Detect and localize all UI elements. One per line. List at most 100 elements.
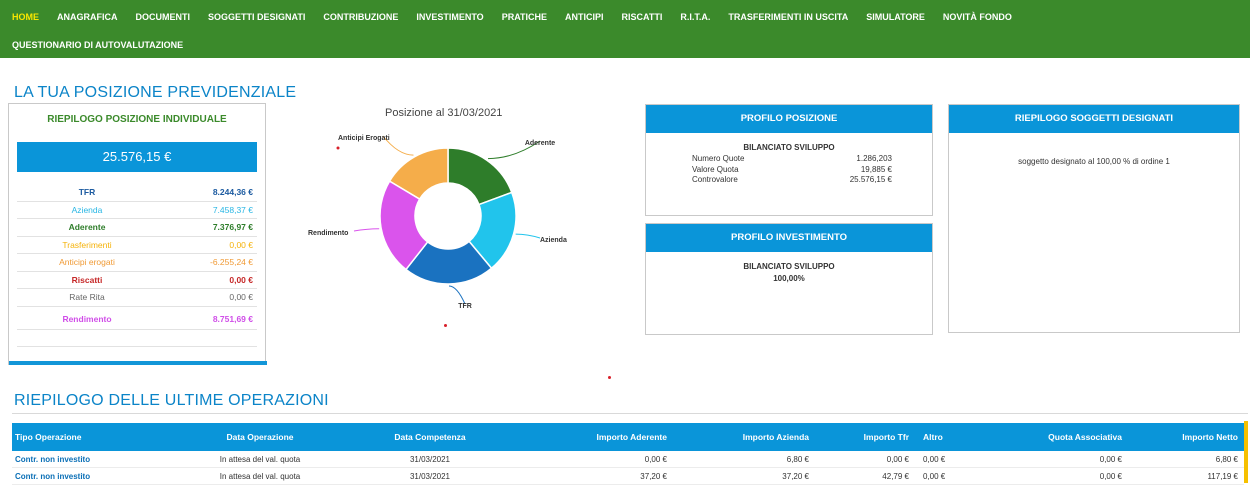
soggetti-designati-text: soggetto designato al 100,00 % di ordine… xyxy=(1018,157,1170,166)
donut-label: Aderente xyxy=(525,140,555,147)
operazioni-table-body: Contr. non investito In attesa del val. q… xyxy=(12,451,1244,485)
nav-item-soggetti-designati[interactable]: SOGGETTI DESIGNATI xyxy=(199,12,314,22)
nav-item-anticipi[interactable]: ANTICIPI xyxy=(556,12,613,22)
section-title-operazioni: RIEPILOGO DELLE ULTIME OPERAZIONI xyxy=(14,392,329,409)
column-header: Importo Netto xyxy=(1182,432,1238,442)
table-cell: 0,00 € xyxy=(923,454,946,464)
profilo-posizione-row: Numero Quote 1.286,203 xyxy=(692,154,892,165)
riepilogo-row-value: 0,00 € xyxy=(229,292,253,303)
table-cell: 6,80 € xyxy=(786,454,809,464)
soggetti-designati-box: RIEPILOGO SOGGETTI DESIGNATI soggetto de… xyxy=(948,104,1240,333)
nav-item-pratiche[interactable]: PRATICHE xyxy=(493,12,556,22)
riepilogo-row-label: Aderente xyxy=(68,222,106,233)
profilo-posizione-label: Valore Quota xyxy=(692,164,739,174)
riepilogo-row-value: 7.376,97 € xyxy=(212,222,253,233)
nav-row-primary: HOME ANAGRAFICA DOCUMENTI SOGGETTI DESIGNAT… xyxy=(0,4,1021,30)
column-header: Importo Azienda xyxy=(742,432,809,442)
panel-accent-bar xyxy=(9,361,267,365)
riepilogo-row-value: 8.244,36 € xyxy=(212,187,253,198)
donut-label: Azienda xyxy=(540,237,567,244)
riepilogo-row-value: 0,00 € xyxy=(229,239,253,250)
riepilogo-row-label: Azienda xyxy=(71,204,103,215)
column-header: Importo Tfr xyxy=(863,432,909,442)
riepilogo-row-value: 8.751,69 € xyxy=(212,314,253,324)
nav-item-home[interactable]: HOME xyxy=(0,12,48,22)
column-header: Altro xyxy=(923,432,943,442)
profilo-investimento-name: BILANCIATO SVILUPPO xyxy=(743,262,835,271)
table-row: Contr. non investito In attesa del val. q… xyxy=(12,468,1244,485)
donut-leader-line xyxy=(515,233,541,239)
nav-item-documenti[interactable]: DOCUMENTI xyxy=(127,12,200,22)
profilo-investimento-header: PROFILO INVESTIMENTO xyxy=(646,224,932,252)
side-marker xyxy=(1244,421,1248,483)
table-cell: 0,00 € xyxy=(923,471,946,481)
operazioni-table: Tipo Operazione Data Operazione Data Compe… xyxy=(12,423,1244,485)
posizione-donut-chart: Aderente Azienda TFR Rendimento Anticipi Ero… xyxy=(308,135,567,310)
profilo-posizione-table: Numero Quote 1.286,203 Valore Quota 19,885 … xyxy=(692,154,892,186)
riepilogo-row-label: Rate Rita xyxy=(69,292,105,303)
nav-row-secondary: QUESTIONARIO DI AUTOVALUTAZIONE xyxy=(0,32,192,58)
table-cell: 37,20 € xyxy=(782,471,809,481)
column-header: Data Competenza xyxy=(394,432,466,442)
riepilogo-row: Riscatti 0,00 € xyxy=(17,272,257,289)
profilo-posizione-value: 1.286,203 xyxy=(856,154,892,163)
riepilogo-row-value: -6.255,24 € xyxy=(209,257,253,268)
table-cell: 42,79 € xyxy=(882,471,909,481)
decorative-dot xyxy=(444,324,447,327)
table-cell: 31/03/2021 xyxy=(409,471,451,481)
table-cell: 0,00 € xyxy=(1099,454,1122,464)
nav-item-trasferimenti-in-uscita[interactable]: TRASFERIMENTI IN USCITA xyxy=(719,12,857,22)
nav-item-riscatti[interactable]: RISCATTI xyxy=(613,12,672,22)
operation-type-link[interactable]: Contr. non investito xyxy=(12,455,180,464)
nav-item-novit-fondo[interactable]: NOVITÀ FONDO xyxy=(934,12,1021,22)
column-header: Quota Associativa xyxy=(1048,432,1122,442)
riepilogo-row: Azienda 7.458,37 € xyxy=(17,202,257,219)
donut-label: Anticipi Erogati xyxy=(338,135,390,142)
top-navigation: HOME ANAGRAFICA DOCUMENTI SOGGETTI DESIGNAT… xyxy=(0,0,1250,58)
riepilogo-row: Rate Rita 0,00 € xyxy=(17,289,257,307)
riepilogo-row-label: Riscatti xyxy=(71,274,103,285)
column-header: Data Operazione xyxy=(226,432,294,442)
riepilogo-title: RIEPILOGO POSIZIONE INDIVIDUALE xyxy=(47,114,227,125)
nav-item-simulatore[interactable]: SIMULATORE xyxy=(857,12,934,22)
riepilogo-row-value: 7.458,37 € xyxy=(212,204,253,215)
profilo-posizione-name: BILANCIATO SVILUPPO xyxy=(743,143,835,152)
riepilogo-row-label: TFR xyxy=(78,187,96,198)
riepilogo-row-value: 0,00 € xyxy=(229,274,253,285)
profilo-posizione-label: Controvalore xyxy=(692,175,738,184)
donut-label: Rendimento xyxy=(308,230,348,237)
nav-item-anagrafica[interactable]: ANAGRAFICA xyxy=(48,12,127,22)
chart-title: Posizione al 31/03/2021 xyxy=(385,107,503,119)
column-header: Tipo Operazione xyxy=(15,432,82,442)
profilo-posizione-row: Controvalore 25.576,15 € xyxy=(692,175,892,186)
profilo-posizione-label: Numero Quote xyxy=(692,154,745,163)
riepilogo-row: Anticipi erogati -6.255,24 € xyxy=(17,254,257,272)
riepilogo-row: TFR 8.244,36 € xyxy=(17,184,257,202)
column-header: Importo Aderente xyxy=(596,432,667,442)
decorative-dot xyxy=(336,146,340,150)
profilo-posizione-value: 19,885 € xyxy=(860,164,892,174)
table-row: Contr. non investito In attesa del val. q… xyxy=(12,451,1244,468)
profilo-posizione-value: 25.576,15 € xyxy=(849,175,892,184)
donut-label: TFR xyxy=(458,303,472,310)
riepilogo-row-label: Rendimento xyxy=(62,314,112,324)
table-cell: 31/03/2021 xyxy=(409,454,451,464)
total-amount: 25.576,15 € xyxy=(17,142,257,172)
nav-item-investimento[interactable]: INVESTIMENTO xyxy=(407,12,492,22)
nav-item-r-i-t-a[interactable]: R.I.T.A. xyxy=(671,12,719,22)
section-divider xyxy=(12,413,1248,414)
operation-type-link[interactable]: Contr. non investito xyxy=(12,472,180,481)
riepilogo-row: Trasferimenti 0,00 € xyxy=(17,237,257,254)
profilo-posizione-row: Valore Quota 19,885 € xyxy=(692,165,892,176)
decorative-dot xyxy=(608,376,611,379)
nav-item-contribuzione[interactable]: CONTRIBUZIONE xyxy=(314,12,407,22)
riepilogo-rows: TFR 8.244,36 € Azienda 7.458,37 € Aderente 7.… xyxy=(17,184,257,347)
profilo-posizione-header: PROFILO POSIZIONE xyxy=(646,105,932,133)
donut-leader-line xyxy=(353,228,380,232)
riepilogo-row: Aderente 7.376,97 € xyxy=(17,219,257,237)
table-cell: In attesa del val. quota xyxy=(219,471,301,481)
profilo-investimento-percentage: 100,00% xyxy=(773,274,805,283)
riepilogo-posizione-panel: RIEPILOGO POSIZIONE INDIVIDUALE 25.576,1… xyxy=(8,103,267,365)
nav-item-questionario-di-autovalutazione[interactable]: QUESTIONARIO DI AUTOVALUTAZIONE xyxy=(0,40,192,50)
table-cell: 37,20 € xyxy=(640,471,667,481)
